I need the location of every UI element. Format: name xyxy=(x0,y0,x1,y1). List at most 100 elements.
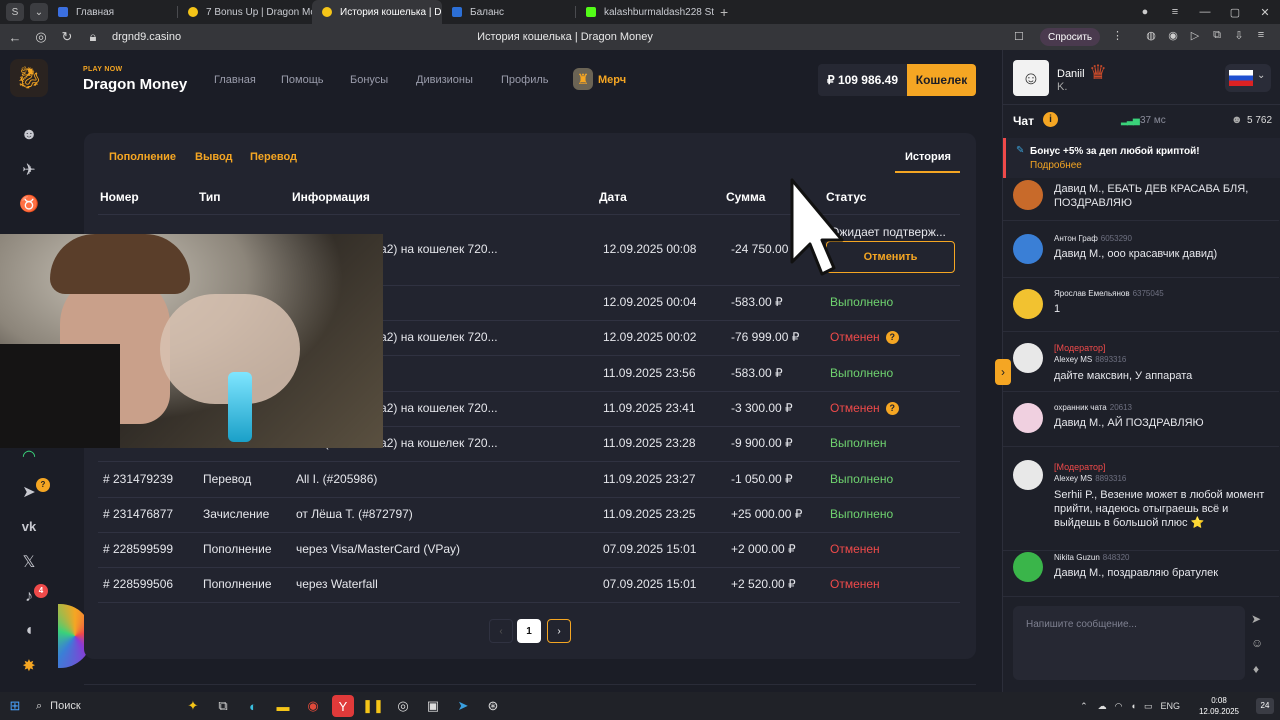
chat-avatar[interactable] xyxy=(1013,343,1043,373)
chat-message-input[interactable]: Напишите сообщение... xyxy=(1013,606,1245,680)
start-icon[interactable]: ⊞ xyxy=(0,692,30,720)
onedrive-icon[interactable]: ☁ xyxy=(1098,701,1107,712)
yandex-icon[interactable]: Y xyxy=(332,695,354,717)
extension-icon[interactable]: ≡ xyxy=(1160,6,1190,18)
table-row: # 231476877 Зачисление от Лёша Т. (#872797… xyxy=(98,497,960,532)
nav-divisions[interactable]: Дивизионы xyxy=(416,74,473,86)
chat-avatar[interactable] xyxy=(1013,234,1043,264)
help-icon[interactable]: ? xyxy=(885,402,899,415)
transaction-type: Пополнение xyxy=(203,542,272,556)
browser-menu-icon[interactable]: S xyxy=(6,3,24,21)
tab-withdraw[interactable]: Вывод xyxy=(195,151,233,163)
headset-icon[interactable]: ◠ xyxy=(18,446,40,468)
volume-icon[interactable]: ◖ xyxy=(1131,701,1136,711)
wallet-button[interactable]: Кошелек xyxy=(907,64,976,96)
app-icon[interactable]: ❚❚ xyxy=(358,692,388,720)
chat-avatar[interactable] xyxy=(1013,289,1043,319)
profile-avatar-icon[interactable]: ● xyxy=(1130,6,1160,18)
task-view-icon[interactable]: ⧉ xyxy=(208,692,238,720)
page-button-current[interactable]: 1 xyxy=(517,619,541,643)
vk-icon[interactable]: vk xyxy=(18,516,40,538)
language-selector[interactable]: ⌄ xyxy=(1225,64,1271,92)
balance-display[interactable]: ₽ 109 986.49 xyxy=(818,64,907,96)
send-icon[interactable]: ➤ xyxy=(1251,612,1261,626)
tab-list-chevron-icon[interactable]: ⌄ xyxy=(30,3,48,21)
battery-icon[interactable]: ▭ xyxy=(1144,701,1153,712)
settings-menu-icon[interactable]: ≡ xyxy=(1250,29,1272,42)
download-icon[interactable]: ⇩ xyxy=(1228,29,1250,42)
nav-help[interactable]: Помощь xyxy=(281,74,324,86)
nav-bonuses[interactable]: Бонусы xyxy=(350,74,388,86)
new-tab-icon[interactable]: + xyxy=(720,4,728,20)
browser-tab[interactable]: kalashburmaldash228 Stre xyxy=(576,0,714,24)
more-icon[interactable]: ⋮ xyxy=(1112,29,1123,42)
obs-icon[interactable]: ◎ xyxy=(388,692,418,720)
browser-tab[interactable]: Баланс xyxy=(442,0,576,24)
notification-count[interactable]: 24 xyxy=(1256,698,1274,714)
prev-page-button[interactable]: ‹ xyxy=(489,619,513,643)
browser-tab[interactable]: Главная xyxy=(48,0,178,24)
chat-nickname[interactable]: Антон Граф 6053290 xyxy=(1054,234,1132,243)
user-avatar[interactable]: ☺ xyxy=(1013,60,1049,96)
chat-avatar[interactable] xyxy=(1013,552,1043,582)
maximize-icon[interactable]: ▢ xyxy=(1220,6,1250,19)
bookmark-icon[interactable]: ☐ xyxy=(1014,30,1024,43)
emoji-icon[interactable]: ☺ xyxy=(1251,636,1263,650)
promo-banner[interactable]: ✎ Бонус +5% за деп любой криптой! Подроб… xyxy=(1003,138,1280,178)
chat-avatar[interactable] xyxy=(1013,180,1043,210)
transaction-number: # 228599599 xyxy=(103,542,174,556)
promo-link[interactable]: Подробнее xyxy=(1030,160,1082,171)
minimize-icon[interactable]: — xyxy=(1190,6,1220,18)
globe-icon[interactable]: ◍ xyxy=(1140,29,1162,42)
chat-nickname[interactable]: Alexey MS 8893316 xyxy=(1054,355,1126,364)
collections-icon[interactable]: ⧉ xyxy=(1206,29,1228,42)
lamp-icon[interactable]: ✸ xyxy=(18,656,40,678)
explorer-icon[interactable]: ▬ xyxy=(268,692,298,720)
tab-deposit[interactable]: Пополнение xyxy=(109,151,176,163)
help-icon[interactable]: ? xyxy=(885,331,899,344)
tray-chevron-icon[interactable]: ⌃ xyxy=(1080,701,1088,712)
games-icon[interactable]: ☻ xyxy=(18,124,40,146)
screen-icon[interactable]: ▣ xyxy=(418,692,448,720)
browser-tab-active[interactable]: История кошелька | Dr ✕ xyxy=(312,0,442,24)
taskbar-clock[interactable]: 0:08 12.09.2025 xyxy=(1196,695,1242,717)
transaction-info: All I. (#205986) xyxy=(296,472,378,486)
nav-merch[interactable]: Мерч xyxy=(598,74,626,86)
rocket-icon[interactable]: ✈ xyxy=(18,160,40,182)
bull-icon[interactable]: ♉ xyxy=(18,194,40,216)
nav-home[interactable]: Главная xyxy=(214,74,256,86)
cancel-transaction-button[interactable]: Отменить xyxy=(826,241,955,273)
collapse-chat-button[interactable]: › xyxy=(995,359,1011,385)
close-window-icon[interactable]: ✕ xyxy=(1250,6,1280,19)
telegram-taskbar-icon[interactable]: ➤ xyxy=(448,692,478,720)
nav-profile[interactable]: Профиль xyxy=(501,74,549,86)
logo-name[interactable]: Dragon Money xyxy=(83,76,187,93)
tab-history[interactable]: История xyxy=(905,151,951,163)
browser-tab[interactable]: 7 Bonus Up | Dragon Mone xyxy=(178,0,312,24)
chat-avatar[interactable] xyxy=(1013,460,1043,490)
chat-avatar[interactable] xyxy=(1013,403,1043,433)
tab-transfer[interactable]: Перевод xyxy=(250,151,297,163)
chat-nickname[interactable]: Alexey MS 8893316 xyxy=(1054,474,1126,483)
steam-icon[interactable]: ⊛ xyxy=(478,692,508,720)
chat-nickname[interactable]: Nikita Guzun 848320 xyxy=(1054,553,1130,562)
dragon-logo-icon[interactable]: 🐉︎ xyxy=(10,59,48,97)
edge-icon[interactable]: ◐ xyxy=(238,692,268,720)
ask-button[interactable]: Спросить xyxy=(1040,28,1101,46)
sound-icon[interactable]: ◖ xyxy=(18,620,40,642)
taskbar-search[interactable]: ⌕ Поиск xyxy=(36,695,178,717)
chat-nickname[interactable]: охранник чата 20613 xyxy=(1054,403,1132,412)
translate-icon[interactable]: ◉ xyxy=(1162,29,1184,42)
x-icon[interactable]: 𝕏 xyxy=(18,552,40,574)
media-icon[interactable]: ▷ xyxy=(1184,29,1206,42)
tip-icon[interactable]: ♦ xyxy=(1253,662,1259,676)
chat-nickname[interactable]: Ярослав Емельянов 6375045 xyxy=(1054,289,1164,298)
chrome-icon[interactable]: ◉ xyxy=(298,692,328,720)
page-title: История кошелька | Dragon Money xyxy=(477,31,653,43)
column-header-date: Дата xyxy=(599,190,627,204)
next-page-button[interactable]: › xyxy=(547,619,571,643)
copilot-icon[interactable]: ✦ xyxy=(178,692,208,720)
language-indicator[interactable]: ENG xyxy=(1160,701,1180,711)
wifi-icon[interactable]: ◠ xyxy=(1115,701,1123,712)
info-icon[interactable]: i xyxy=(1043,112,1058,127)
